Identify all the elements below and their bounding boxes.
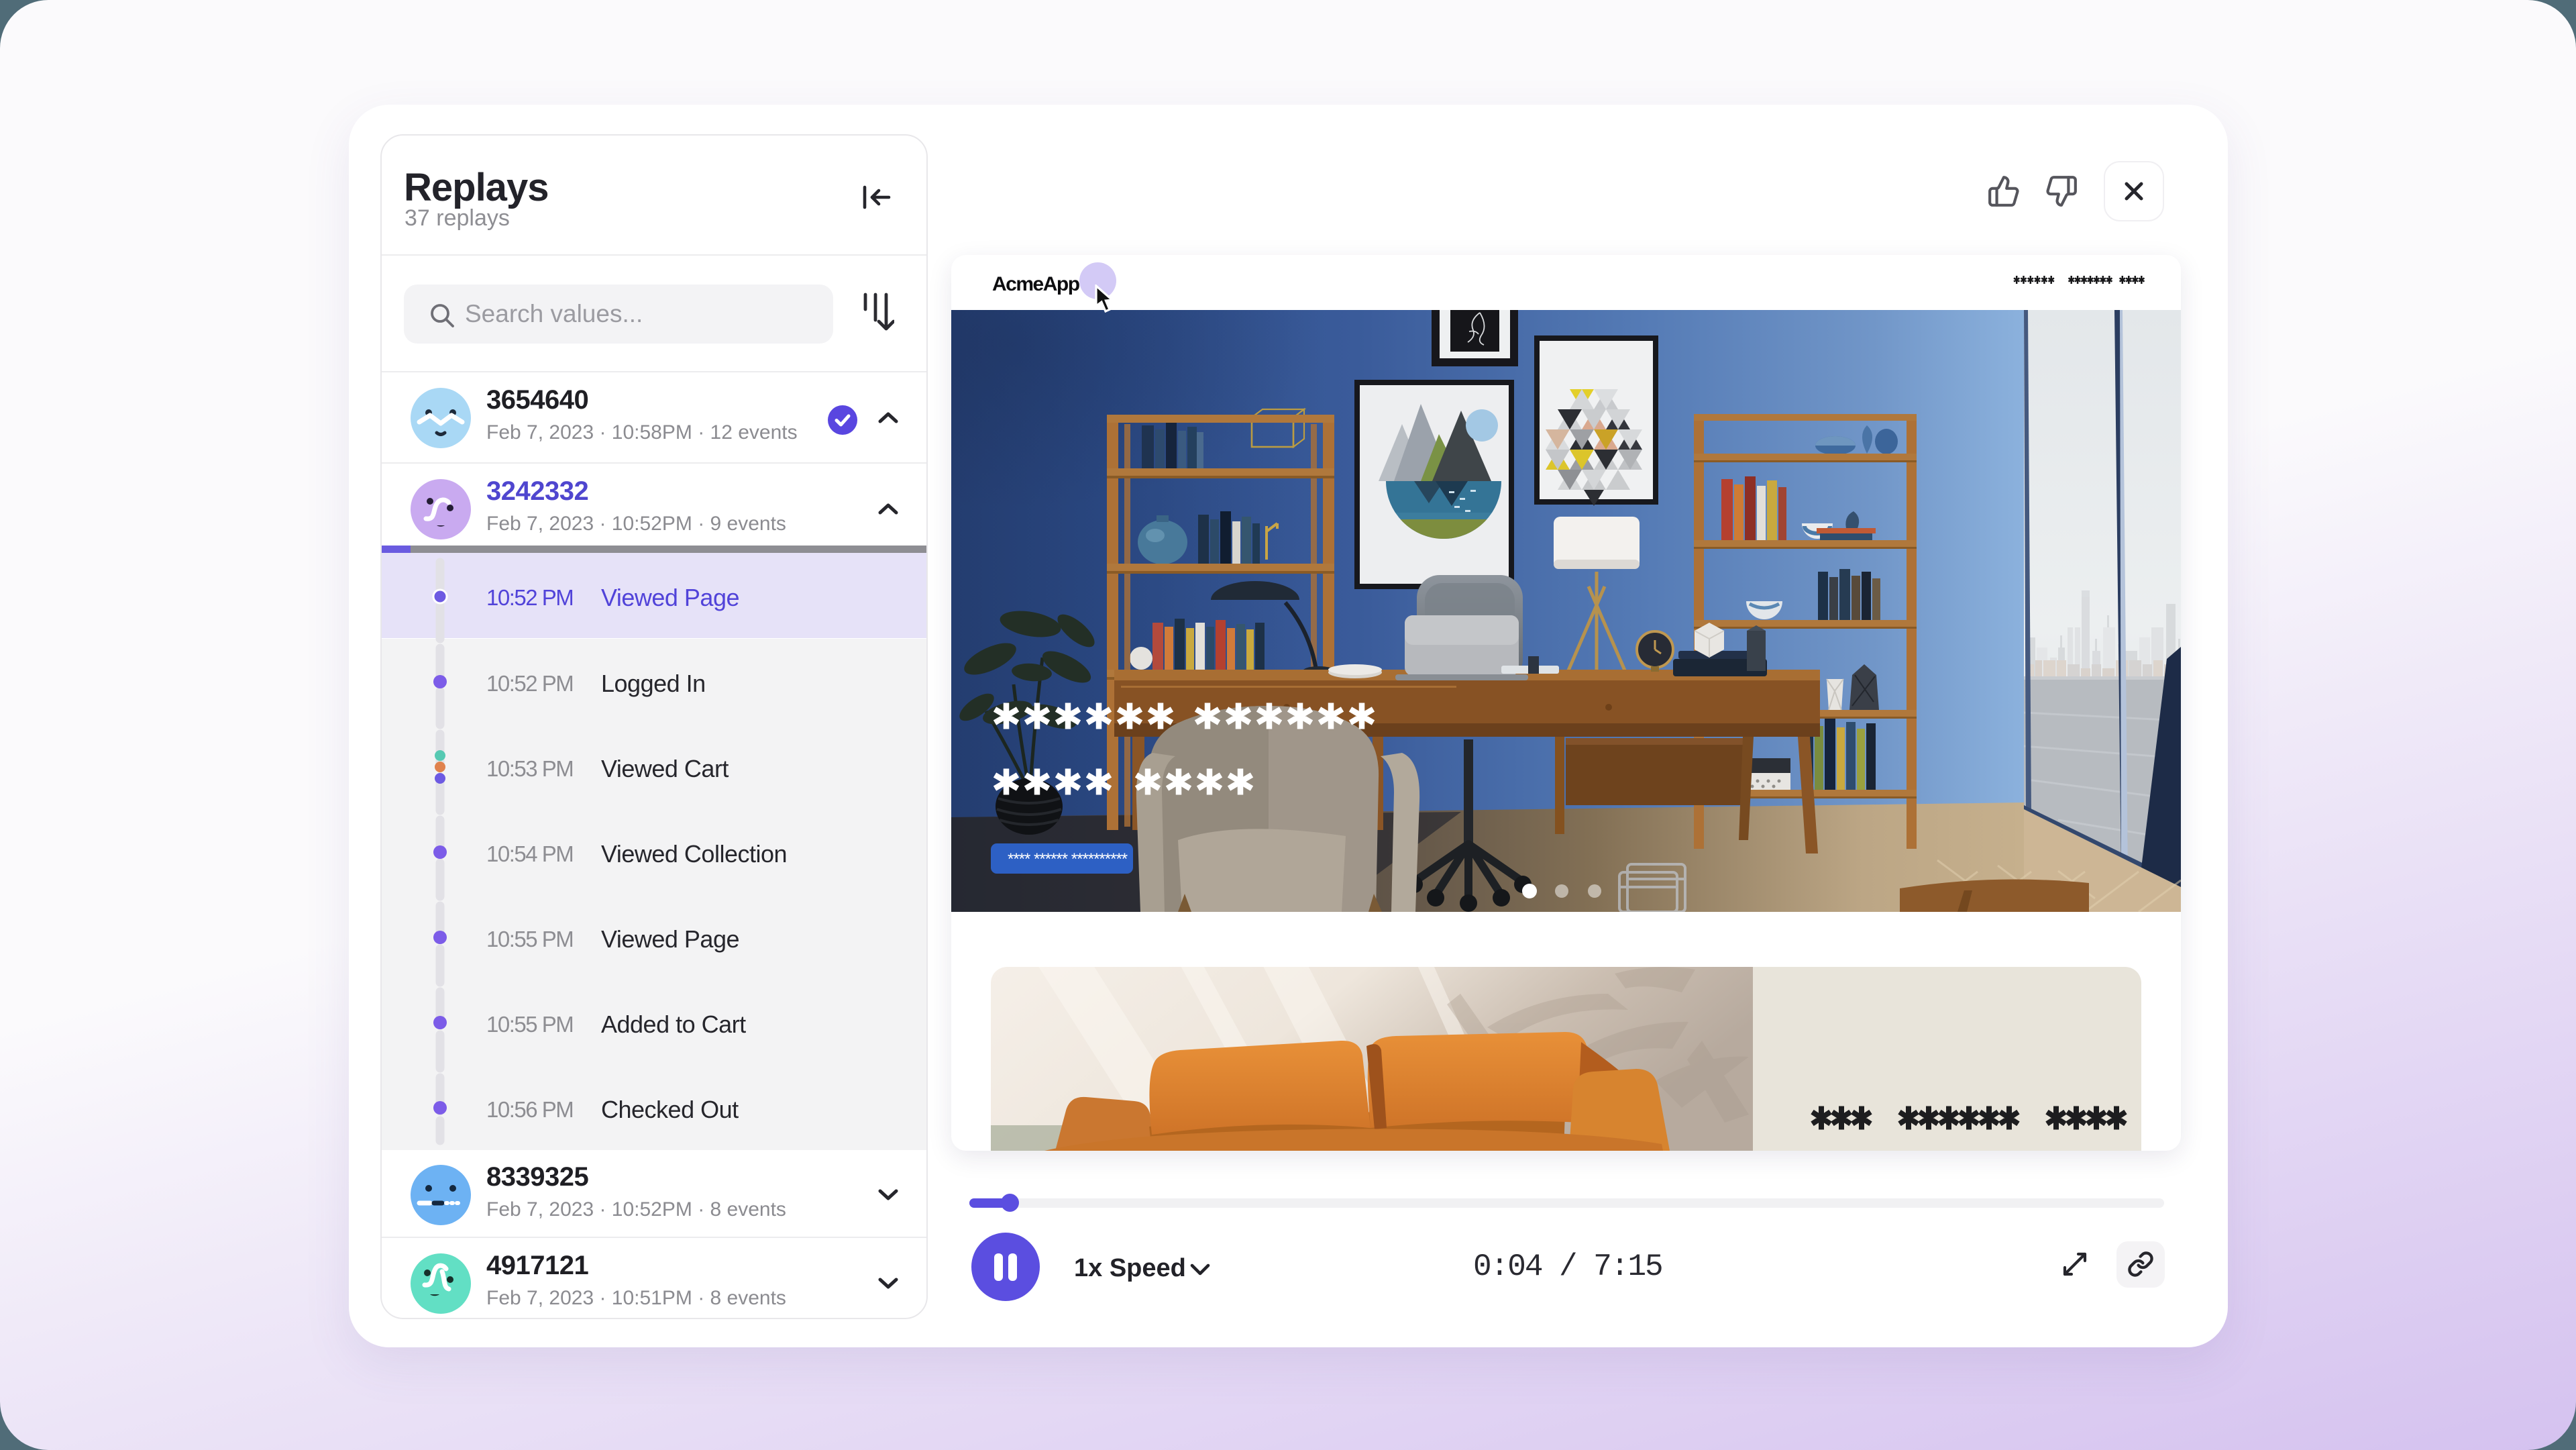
svg-text:**** ****** **********: **** ****** ********** bbox=[1008, 850, 1128, 868]
